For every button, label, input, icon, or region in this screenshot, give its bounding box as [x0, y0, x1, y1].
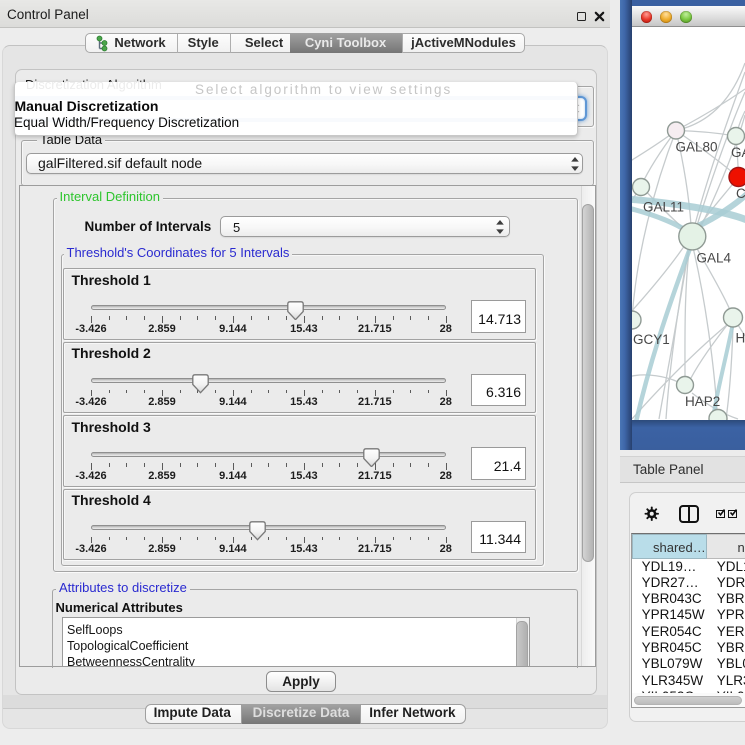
svg-text:GAL4: GAL4: [697, 251, 732, 266]
svg-text:HAP2: HAP2: [685, 394, 720, 409]
svg-text:GAL11: GAL11: [643, 200, 684, 215]
svg-text:H: H: [736, 331, 745, 346]
svg-text:C: C: [736, 186, 745, 201]
svg-text:GCY1: GCY1: [633, 332, 670, 347]
svg-text:GA: GA: [731, 145, 745, 160]
svg-text:GAL80: GAL80: [676, 140, 718, 155]
